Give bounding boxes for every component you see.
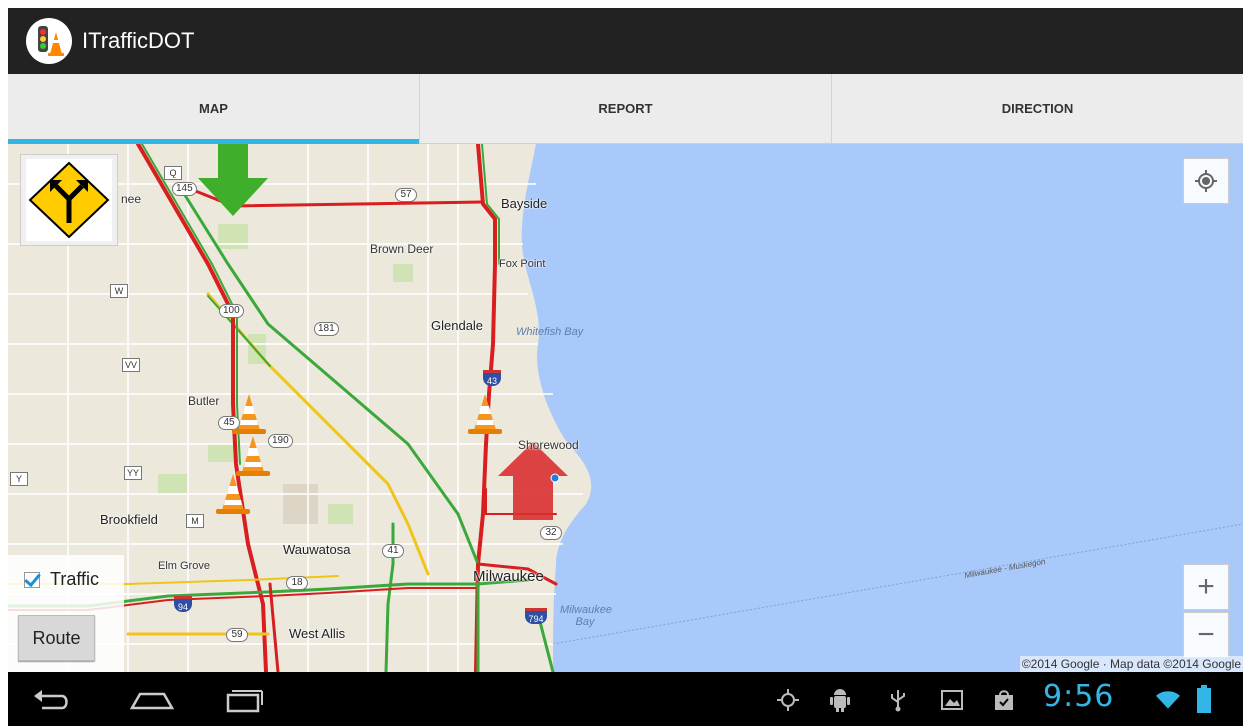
status-clock: 9:56 — [1043, 679, 1115, 714]
android-debug-icon — [828, 688, 852, 712]
app-logo-icon — [26, 18, 72, 64]
app-title: ITrafficDOT — [82, 28, 195, 53]
shield-18: 18 — [286, 576, 308, 590]
shield-57: 57 — [395, 188, 417, 202]
app-frame: ITrafficDOT MAP REPORT DIRECTION nee Bay… — [8, 8, 1243, 726]
map-label-elm-grove: Elm Grove — [158, 560, 210, 572]
shield-yy: YY — [124, 466, 142, 480]
route-button-label: Route — [32, 627, 81, 648]
map-label-fox-point: Fox Point — [499, 258, 546, 270]
map-label-wauwatosa: Wauwatosa — [283, 542, 351, 557]
map-label-shorewood: Shorewood — [518, 438, 579, 452]
traffic-cone-icon[interactable] — [466, 392, 504, 436]
home-icon — [130, 692, 174, 710]
shield-q: Q — [164, 166, 182, 180]
store-icon — [992, 688, 1016, 712]
shield-145: 145 — [172, 182, 197, 196]
map-base-layer — [8, 144, 1243, 672]
shield-94: 94 — [174, 596, 192, 612]
map-label-brookfield: Brookfield — [100, 512, 158, 527]
action-bar: ITrafficDOT — [8, 8, 1243, 74]
my-location-button[interactable] — [1183, 158, 1229, 204]
shield-w: W — [110, 284, 128, 298]
map-label-milwaukee-bay: Milwaukee Bay — [560, 604, 612, 628]
tab-map[interactable]: MAP — [8, 74, 420, 144]
shield-43: 43 — [483, 370, 501, 386]
plus-icon: + — [1197, 570, 1215, 603]
map-label-whitefish-bay: Whitefish Bay — [516, 326, 584, 338]
shield-m: M — [186, 514, 204, 528]
map-label-glendale: Glendale — [431, 318, 484, 333]
tab-direction[interactable]: DIRECTION — [832, 74, 1243, 143]
battery-icon — [1192, 684, 1216, 714]
tab-report-label: REPORT — [598, 101, 653, 116]
map-label-west-allis: West Allis — [289, 626, 346, 641]
route-button[interactable]: Route — [18, 615, 95, 661]
minus-icon: − — [1197, 618, 1215, 651]
wifi-icon — [1156, 688, 1180, 712]
map-label-brown-deer: Brown Deer — [370, 242, 434, 256]
traffic-label: Traffic — [50, 569, 100, 589]
map-attribution: ©2014 Google · Map data ©2014 Google — [1019, 656, 1243, 672]
road-split-sign-icon — [26, 159, 112, 241]
shield-794: 794 — [525, 608, 547, 624]
map-label-milwaukee: Milwaukee — [473, 568, 544, 585]
traffic-cone-icon[interactable] — [214, 472, 252, 516]
shield-32: 32 — [540, 526, 562, 540]
tab-bar: MAP REPORT DIRECTION — [8, 74, 1243, 144]
shield-vv: VV — [122, 358, 140, 372]
map-label-bayside: Bayside — [501, 196, 548, 211]
tab-direction-label: DIRECTION — [1001, 101, 1074, 116]
crosshair-icon — [1195, 170, 1217, 192]
map-controls-panel: Traffic Route — [8, 555, 124, 672]
back-button[interactable] — [30, 684, 74, 716]
back-arrow-icon — [34, 690, 68, 710]
system-navigation-bar: 9:56 — [8, 672, 1243, 726]
shield-181: 181 — [314, 322, 339, 336]
tab-map-label: MAP — [199, 101, 228, 116]
traffic-checkbox[interactable] — [24, 571, 40, 588]
direction-sign-button[interactable] — [20, 154, 118, 246]
shield-41: 41 — [382, 544, 404, 558]
gps-icon — [776, 688, 800, 712]
map-label-butler: Butler — [188, 394, 220, 408]
shield-y: Y — [10, 472, 28, 486]
recent-apps-icon — [226, 690, 263, 713]
zoom-in-button[interactable]: + — [1183, 564, 1229, 610]
shield-59: 59 — [226, 628, 248, 642]
traffic-toggle[interactable]: Traffic — [24, 569, 99, 590]
tab-report[interactable]: REPORT — [420, 74, 832, 143]
usb-icon — [886, 688, 910, 712]
map-label-nee: nee — [121, 192, 142, 206]
shield-100: 100 — [219, 304, 244, 318]
home-button[interactable] — [130, 684, 174, 716]
gallery-icon — [940, 688, 964, 712]
recent-apps-button[interactable] — [222, 684, 266, 716]
traffic-cone-icon[interactable] — [230, 392, 268, 436]
zoom-out-button[interactable]: − — [1183, 612, 1229, 658]
map-view[interactable]: nee Bayside Brown Deer Fox Point Glendal… — [8, 144, 1243, 672]
